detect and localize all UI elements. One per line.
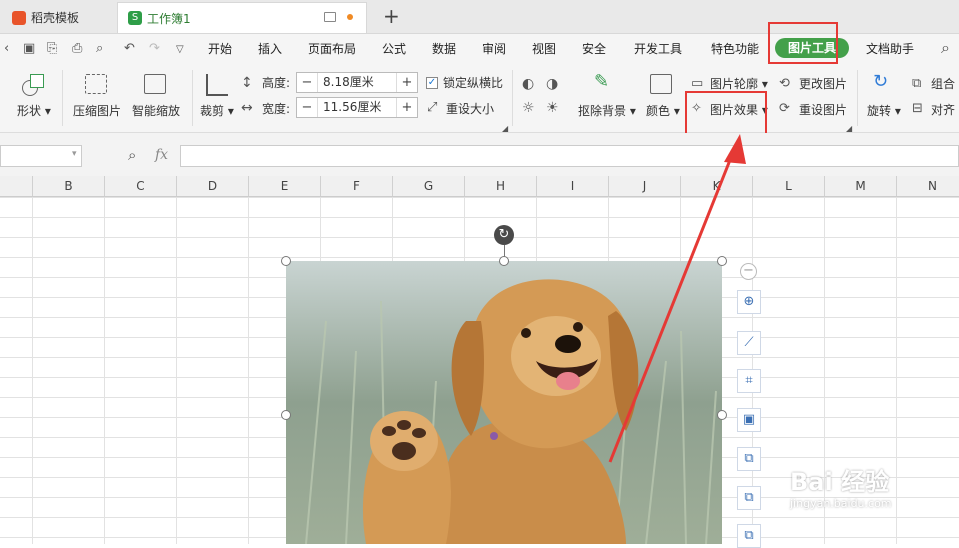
watermark-brand: Bai 经验 [790,468,890,496]
watermark-url: jingyan.baidu.com [790,497,892,510]
baidu-watermark-logo: Bai 经验 jingyan.baidu.com [790,462,910,520]
